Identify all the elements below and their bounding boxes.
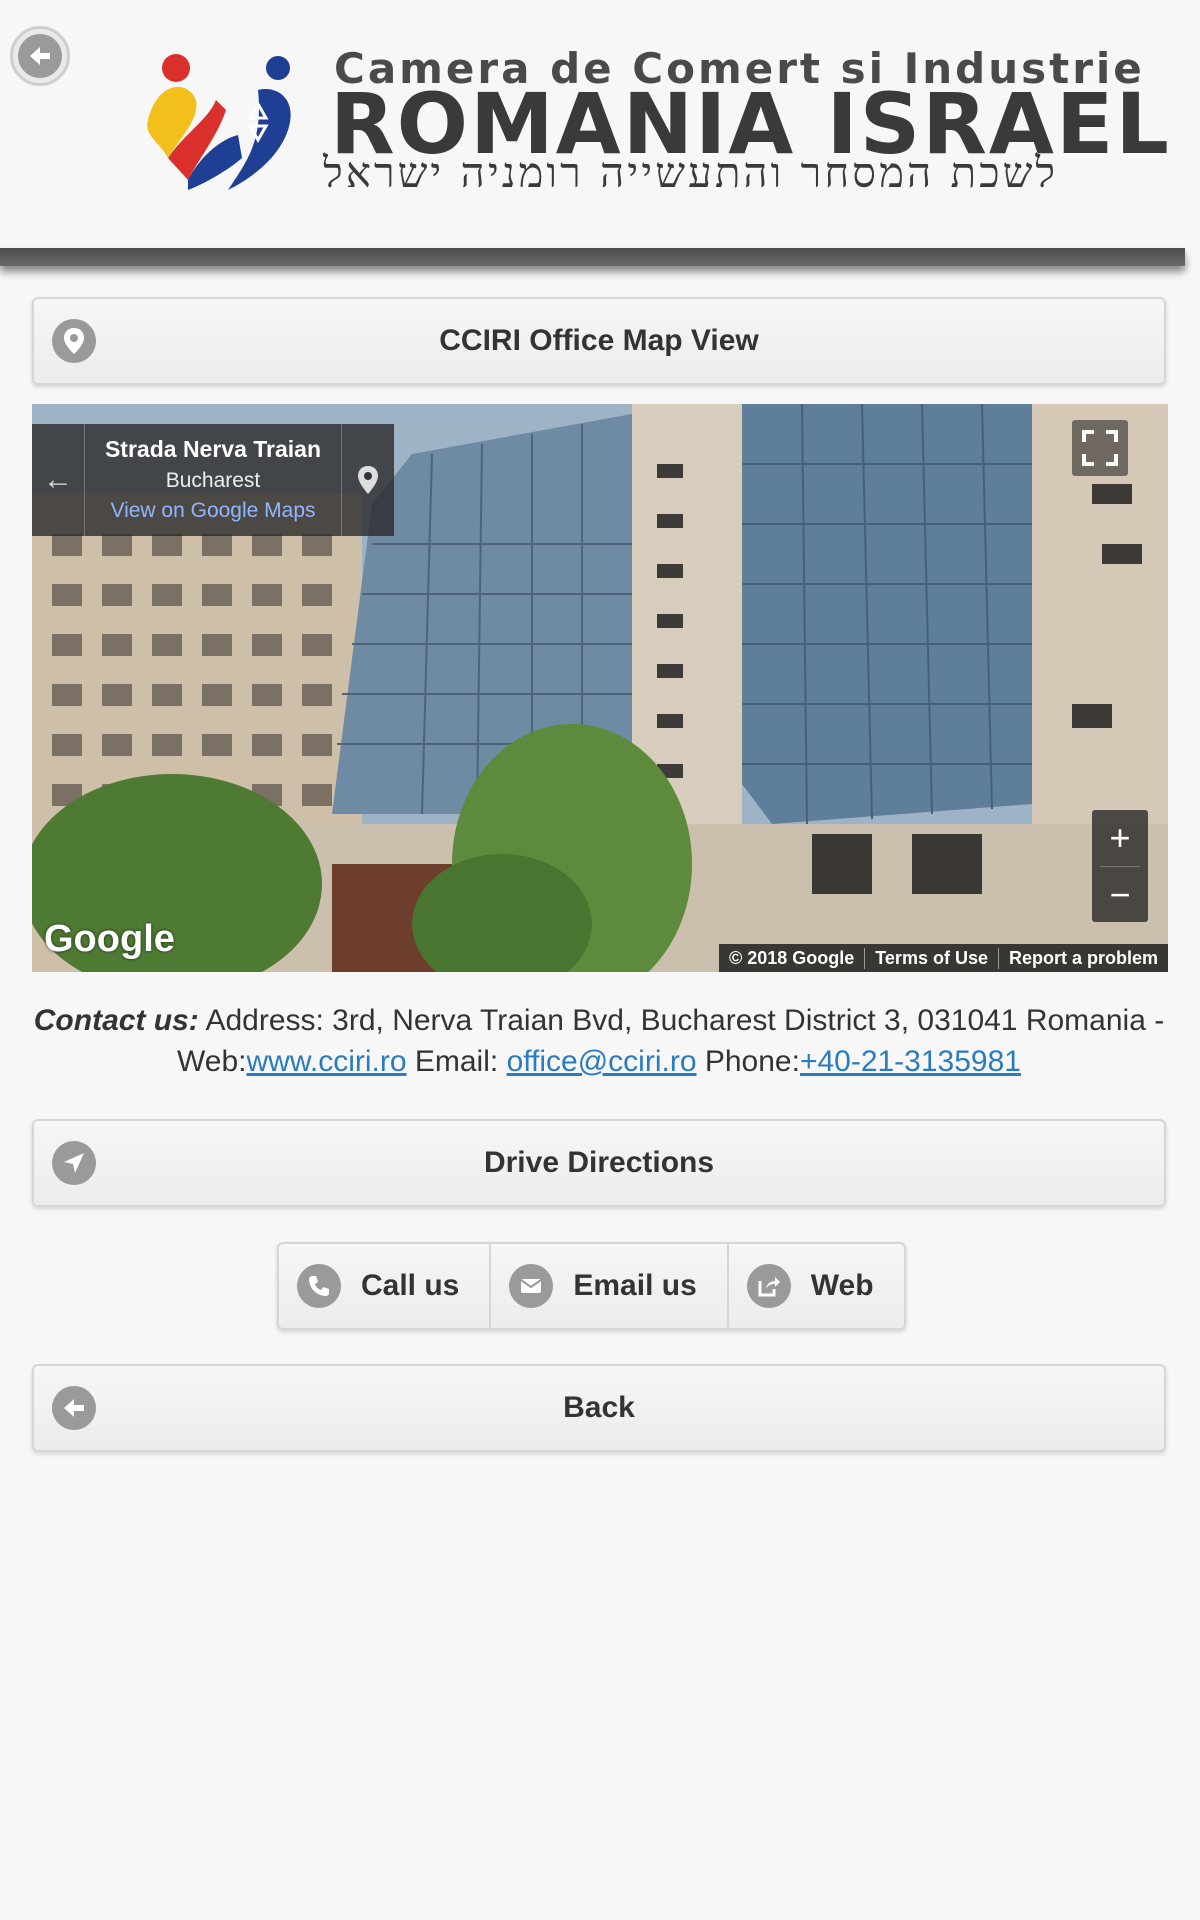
zoom-control: + − xyxy=(1092,810,1148,922)
arrow-left-icon xyxy=(52,1386,96,1430)
arrow-left-icon xyxy=(18,34,62,78)
header-divider xyxy=(0,248,1185,266)
street-view-back-icon[interactable]: ← xyxy=(32,424,85,536)
email-us-label: Email us xyxy=(573,1269,697,1302)
map-pin-icon xyxy=(52,319,96,363)
cciri-logo: Camera de Comert si Industrie ROMANIA IS… xyxy=(138,40,1169,200)
view-on-google-maps-link[interactable]: View on Google Maps xyxy=(84,499,342,523)
drive-directions-button[interactable]: Drive Directions xyxy=(32,1119,1166,1207)
map-view-button[interactable]: CCIRI Office Map View xyxy=(32,297,1166,385)
location-pin-icon[interactable] xyxy=(341,424,394,536)
call-us-label: Call us xyxy=(361,1269,460,1302)
email-link[interactable]: office@cciri.ro xyxy=(507,1045,697,1078)
header-back-button[interactable] xyxy=(10,26,70,86)
back-button[interactable]: Back xyxy=(32,1364,1166,1452)
phone-icon xyxy=(297,1264,341,1308)
logo-emblem xyxy=(147,54,291,190)
call-us-button[interactable]: Call us xyxy=(279,1244,492,1328)
contact-info: Contact us: Address: 3rd, Nerva Traian B… xyxy=(32,1000,1166,1082)
map-attribution: © 2018 Google Terms of Use Report a prob… xyxy=(718,944,1168,972)
street-view-map[interactable]: ← Strada Nerva Traian Bucharest View on … xyxy=(32,404,1168,972)
contact-heading: Contact us: xyxy=(33,1004,199,1037)
email-us-button[interactable]: Email us xyxy=(491,1244,729,1328)
share-icon xyxy=(746,1264,791,1308)
envelope-icon xyxy=(509,1264,554,1308)
web-link[interactable]: www.cciri.ro xyxy=(247,1045,407,1078)
phone-label: Phone: xyxy=(696,1045,800,1078)
google-logo: Google xyxy=(44,918,175,960)
logo-title-hebrew: לשכת המסחר והתעשייה רומניה ישראל xyxy=(323,148,1058,197)
map-view-label: CCIRI Office Map View xyxy=(439,324,759,357)
city-name: Bucharest xyxy=(165,469,261,492)
contact-actions-group: Call us Email us Web xyxy=(277,1242,906,1330)
app-header: Camera de Comert si Industrie ROMANIA IS… xyxy=(0,0,1200,248)
web-button[interactable]: Web xyxy=(729,1244,904,1328)
back-label: Back xyxy=(563,1391,635,1424)
drive-directions-label: Drive Directions xyxy=(483,1146,715,1179)
zoom-out-button[interactable]: − xyxy=(1092,867,1148,923)
web-label: Web xyxy=(810,1269,874,1302)
fullscreen-icon[interactable] xyxy=(1072,420,1128,476)
phone-link[interactable]: +40-21-3135981 xyxy=(800,1045,1021,1078)
terms-link[interactable]: Terms of Use xyxy=(865,947,999,969)
report-problem-link[interactable]: Report a problem xyxy=(999,948,1168,969)
navigation-arrow-icon xyxy=(52,1141,96,1185)
street-name: Strada Nerva Traian xyxy=(104,436,322,462)
zoom-in-button[interactable]: + xyxy=(1092,810,1148,866)
email-label: Email: xyxy=(406,1045,507,1078)
copyright-text: © 2018 Google xyxy=(719,947,866,969)
street-view-info-card: ← Strada Nerva Traian Bucharest View on … xyxy=(32,424,394,536)
